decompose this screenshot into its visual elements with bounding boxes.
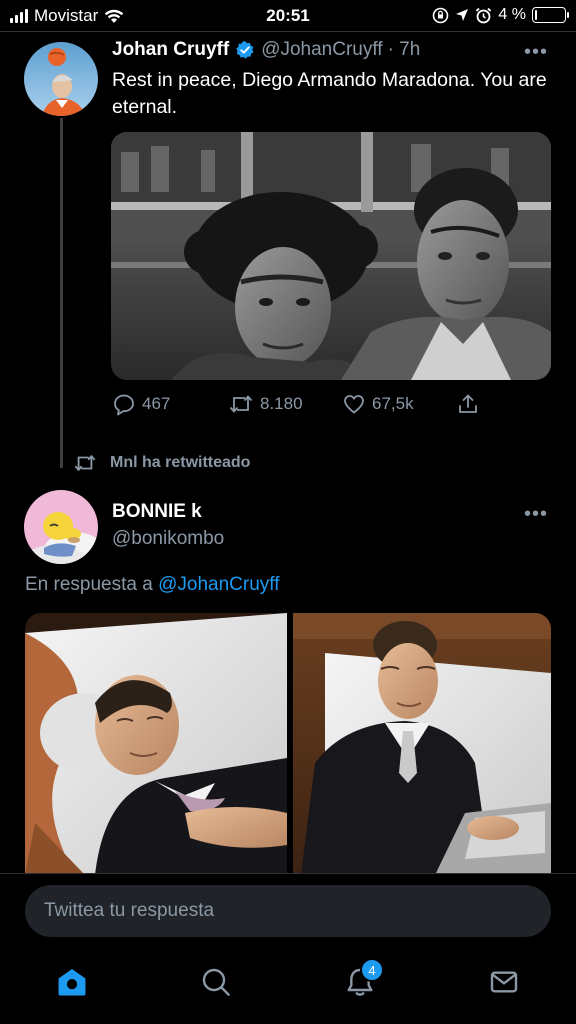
- tweet-header: Johan Cruyff @JohanCruyff · 7h: [112, 39, 420, 61]
- replying-prefix: En respuesta a: [25, 574, 153, 595]
- lock-rotation-icon: [433, 7, 449, 23]
- tweet-more-button[interactable]: •••: [524, 41, 548, 64]
- like-count: 67,5k: [372, 394, 414, 413]
- battery-icon: [532, 7, 569, 23]
- retweet-icon: [74, 455, 96, 471]
- retweet-icon: [229, 395, 253, 413]
- tweet-text: Rest in peace, Diego Armando Maradona. Y…: [112, 69, 547, 118]
- reply-count: 467: [142, 394, 171, 413]
- retweeted-label: Mnl ha retwitteado: [110, 454, 251, 471]
- alarm-icon: [476, 7, 492, 23]
- home-icon: [58, 968, 86, 996]
- reply-photo[interactable]: [25, 613, 551, 875]
- author-handle[interactable]: @JohanCruyff: [261, 39, 382, 61]
- location-icon: [456, 9, 469, 21]
- divider: [0, 31, 576, 32]
- retweeted-notice[interactable]: Mnl ha retwitteado: [72, 452, 250, 474]
- retweet-button[interactable]: 8.180: [228, 392, 303, 416]
- author-avatar[interactable]: [24, 42, 98, 116]
- retweet-count: 8.180: [260, 394, 303, 413]
- tab-home[interactable]: [54, 964, 90, 1000]
- reply-compose-input[interactable]: Twittea tu respuesta: [25, 885, 551, 937]
- tab-notifications[interactable]: 4: [342, 958, 384, 1000]
- tab-search[interactable]: [198, 964, 234, 1000]
- search-icon: [202, 968, 230, 996]
- tweet-actions: 467 8.180 67,5k: [112, 392, 552, 418]
- battery-percent: 4 %: [498, 6, 526, 23]
- reply-author-name[interactable]: BONNIE k: [112, 501, 202, 523]
- replying-to: En respuesta a @JohanCruyff: [25, 574, 279, 596]
- heart-icon: [344, 395, 364, 414]
- tab-bar: 4: [0, 950, 576, 1024]
- reply-author-handle[interactable]: @bonikombo: [112, 528, 224, 550]
- thread-connector: [60, 118, 63, 468]
- tab-messages[interactable]: [486, 964, 522, 1000]
- tweet-time: · 7h: [387, 39, 421, 60]
- share-button[interactable]: [456, 392, 480, 416]
- status-bar: Movistar 20:51 4 %: [0, 0, 576, 32]
- like-button[interactable]: 67,5k: [342, 392, 414, 416]
- reply-button[interactable]: 467: [112, 392, 170, 416]
- share-icon: [459, 394, 477, 413]
- verified-badge-icon: [236, 41, 254, 59]
- reply-more-button[interactable]: •••: [524, 503, 548, 526]
- tweet-photo[interactable]: [111, 132, 551, 380]
- messages-icon: [490, 971, 518, 993]
- author-name[interactable]: Johan Cruyff: [112, 39, 229, 61]
- replying-mention[interactable]: @JohanCruyff: [158, 574, 279, 595]
- reply-icon: [114, 394, 134, 416]
- notifications-badge: 4: [360, 958, 384, 982]
- reply-author-avatar[interactable]: [24, 490, 98, 564]
